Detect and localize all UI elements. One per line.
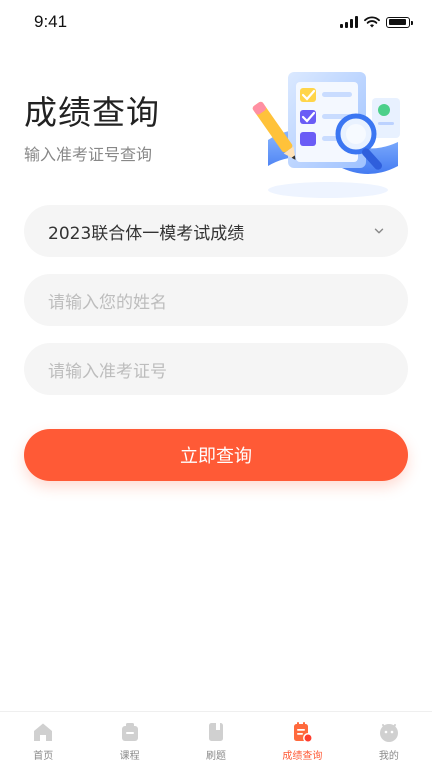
page-subtitle: 输入准考证号查询 [24,145,153,164]
tab-label: 首页 [33,751,54,762]
tab-label: 课程 [119,751,140,762]
name-input[interactable]: 请输入您的姓名 [24,274,408,326]
ticket-number-input[interactable]: 请输入准考证号 [24,343,408,395]
tab-label: 我的 [378,751,399,762]
status-bar: 9:41 [0,0,432,44]
tab-score-query[interactable]: 成绩查询 [259,712,345,769]
status-icons [340,15,413,29]
exam-select-value: 2023联合体一模考试成绩 [48,223,245,244]
exam-select[interactable]: 2023联合体一模考试成绩 [24,205,408,257]
home-icon [34,723,53,741]
tab-practice[interactable]: 刷题 [173,712,259,769]
tab-profile[interactable]: 我的 [346,712,432,769]
profile-icon [379,724,398,742]
page-title: 成绩查询 [24,93,160,132]
chevron-down-icon [374,228,384,234]
tab-home[interactable]: 首页 [0,712,86,769]
tab-course[interactable]: 课程 [86,712,172,769]
score-query-icon [294,722,314,743]
cellular-signal-icon [340,16,358,28]
bottom-tab-bar: 首页 课程 刷题 成绩查询 我的 [0,711,432,769]
status-time: 9:41 [34,12,68,31]
tab-label: 刷题 [206,751,227,762]
course-icon [121,723,138,741]
ticket-input-placeholder: 请输入准考证号 [48,361,167,382]
query-submit-button[interactable]: 立即查询 [24,429,408,481]
name-input-placeholder: 请输入您的姓名 [48,292,167,313]
wifi-icon [364,16,380,28]
battery-icon [386,16,413,28]
practice-icon [209,723,224,741]
score-query-illustration [252,72,400,198]
tab-label: 成绩查询 [282,751,323,762]
